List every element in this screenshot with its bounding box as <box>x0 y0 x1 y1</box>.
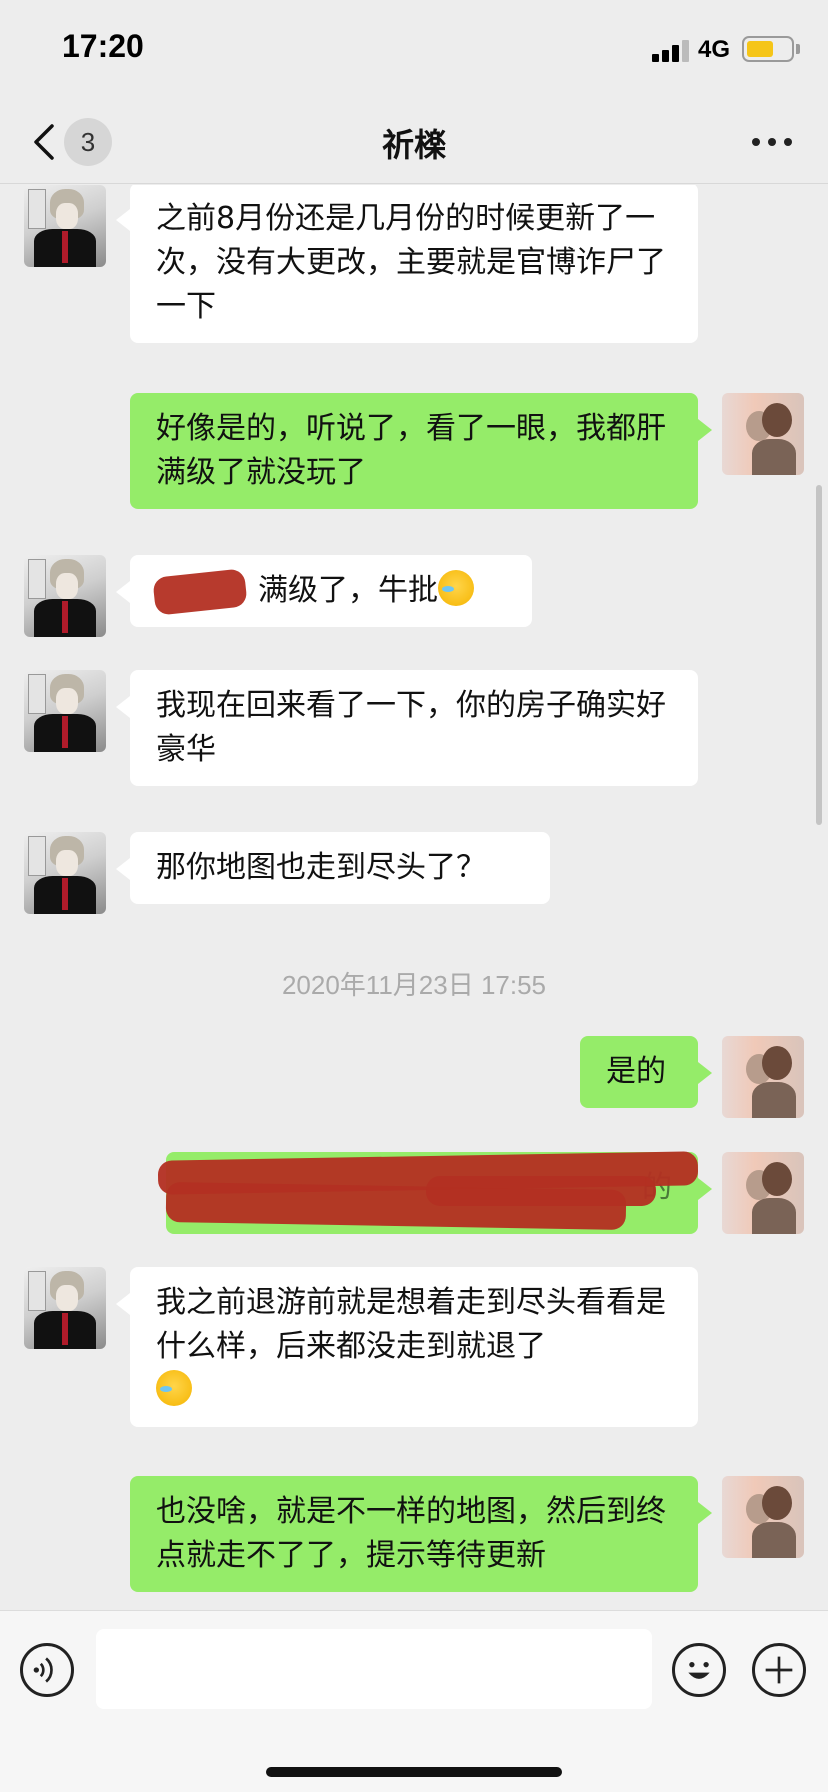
message-bubble-incoming[interactable]: 我现在回来看了一下，你的房子确实好豪华 <box>116 670 698 786</box>
chat-header: 3 祈檪 <box>0 100 828 184</box>
contact-avatar[interactable] <box>24 555 106 637</box>
message-list[interactable]: 之前8月份还是几月份的时候更新了一次，没有大更改，主要就是官博诈尸了一下 好像是… <box>0 185 828 1610</box>
message-text: 满级了，牛批 <box>258 573 438 608</box>
message-bubble-incoming[interactable]: 那你地图也走到尽头了？ <box>116 832 550 904</box>
message-timestamp: 2020年11月23日 17:55 <box>281 970 547 1000</box>
redaction-mark <box>152 568 248 616</box>
message-bubble-outgoing[interactable]: 好像是的，听说了，看了一眼，我都肝满级了就没玩了 <box>130 393 712 509</box>
message-bubble-outgoing[interactable]: 是的 <box>580 1036 712 1108</box>
contact-avatar[interactable] <box>24 670 106 752</box>
smiley-icon[interactable] <box>672 1643 726 1697</box>
plus-icon[interactable] <box>752 1643 806 1697</box>
message-text: 那你地图也走到尽头了？ <box>156 850 486 885</box>
message-bubble-incoming[interactable]: 之前8月份还是几月份的时候更新了一次，没有大更改，主要就是官博诈尸了一下 <box>116 185 698 343</box>
message-text: 我之前退游前就是想着走到尽头看看是什么样，后来都没走到就退了 <box>156 1285 666 1364</box>
message-bubble-outgoing[interactable]: 也没啥，就是不一样的地图，然后到终点就走不了了，提示等待更新 <box>130 1476 712 1592</box>
message-text: 我现在回来看了一下，你的房子确实好豪华 <box>156 688 666 767</box>
my-avatar[interactable] <box>722 393 804 475</box>
message-bubble-incoming[interactable]: 我之前退游前就是想着走到尽头看看是什么样，后来都没走到就退了 <box>116 1267 698 1427</box>
my-avatar[interactable] <box>722 1036 804 1118</box>
home-indicator <box>266 1767 562 1777</box>
message-input[interactable] <box>96 1629 652 1709</box>
contact-avatar[interactable] <box>24 185 106 267</box>
voice-icon[interactable] <box>20 1643 74 1697</box>
battery-icon <box>742 36 794 62</box>
my-avatar[interactable] <box>722 1152 804 1234</box>
message-bubble-incoming[interactable]: 满级了，牛批 <box>116 555 532 627</box>
status-time: 17:20 <box>62 28 144 64</box>
message-text: 是的 <box>606 1054 666 1089</box>
input-bar <box>0 1610 828 1792</box>
more-horizontal-icon[interactable] <box>748 126 796 156</box>
message-text: 好像是的，听说了，看了一眼，我都肝满级了就没玩了 <box>156 411 666 490</box>
my-avatar[interactable] <box>722 1476 804 1558</box>
cry-laugh-emoji-icon <box>438 570 474 606</box>
battery-cap <box>796 44 800 54</box>
scrollbar[interactable] <box>816 485 822 825</box>
signal-icon <box>652 38 690 62</box>
cry-laugh-emoji-icon <box>156 1370 192 1406</box>
contact-avatar[interactable] <box>24 832 106 914</box>
chat-title: 祈檪 <box>381 126 446 164</box>
message-text: 之前8月份还是几月份的时候更新了一次，没有大更改，主要就是官博诈尸了一下 <box>156 201 666 324</box>
contact-avatar[interactable] <box>24 1267 106 1349</box>
redaction-mark <box>426 1176 656 1206</box>
network-type: 4G <box>698 36 731 63</box>
message-bubble-outgoing[interactable]: 的 <box>157 1151 712 1234</box>
message-text: 也没啥，就是不一样的地图，然后到终点就走不了了，提示等待更新 <box>156 1494 666 1573</box>
status-bar: 17:20 4G <box>0 0 828 100</box>
